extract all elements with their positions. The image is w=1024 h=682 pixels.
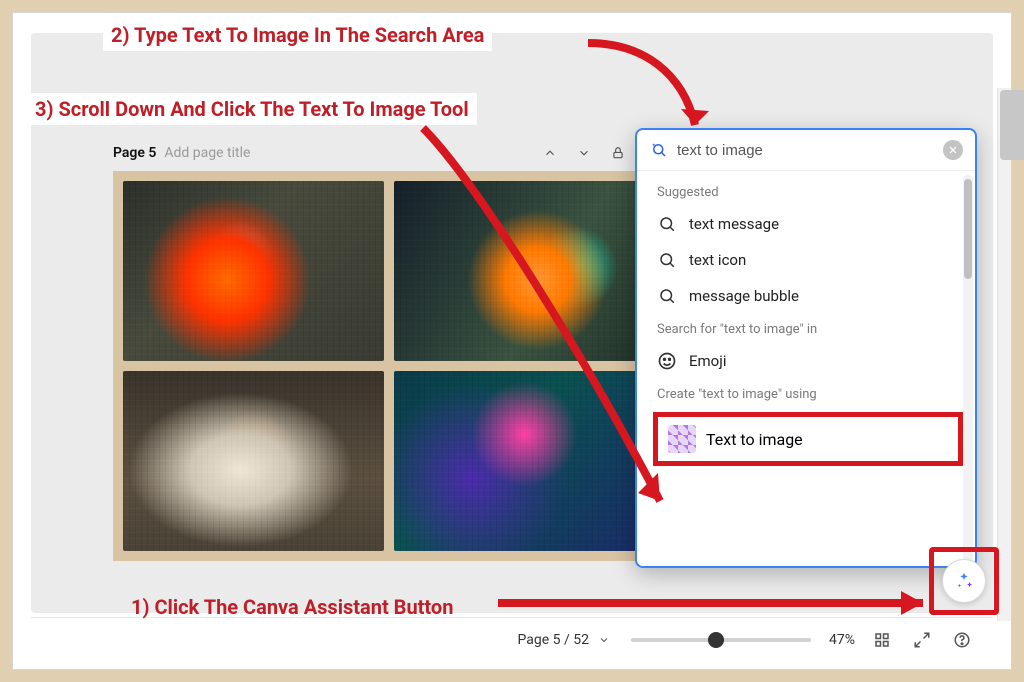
design-canvas[interactable] <box>113 171 665 561</box>
status-bar: Page 5 / 52 47% <box>31 617 993 661</box>
search-in-option-label: Emoji <box>689 352 726 370</box>
page-chevron-down-icon[interactable] <box>595 631 613 649</box>
zoom-slider[interactable] <box>631 638 811 642</box>
expand-down-icon[interactable] <box>571 140 597 166</box>
editor-vertical-scrollbar[interactable] <box>997 88 1011 621</box>
lock-icon[interactable] <box>605 140 631 166</box>
assistant-search-input[interactable] <box>677 142 935 159</box>
annotation-step-2: 2) Type Text To Image In The Search Area <box>103 19 492 51</box>
create-option-label: Text to image <box>706 430 803 449</box>
assistant-panel: Suggested text message text icon message… <box>635 128 977 568</box>
suggestion-text-icon[interactable]: text icon <box>641 242 975 278</box>
assistant-button-highlight <box>929 547 999 615</box>
collapse-up-icon[interactable] <box>537 140 563 166</box>
page-header-row: Page 5 Add page title <box>113 140 631 166</box>
suggestion-message-bubble[interactable]: message bubble <box>641 278 975 314</box>
zoom-slider-thumb[interactable] <box>708 632 724 648</box>
clear-search-button[interactable] <box>943 140 963 160</box>
annotation-step-1: 1) Click The Canva Assistant Button <box>123 591 461 623</box>
grid-view-icon[interactable] <box>869 627 895 653</box>
suggestion-text-message[interactable]: text message <box>641 206 975 242</box>
zoom-level[interactable]: 47% <box>829 632 855 648</box>
fullscreen-icon[interactable] <box>909 627 935 653</box>
emoji-icon <box>657 351 677 371</box>
search-in-label: Search for "text to image" in <box>641 314 975 343</box>
text-to-image-thumbnail <box>668 425 696 453</box>
image-top-left[interactable] <box>123 181 384 361</box>
annotation-step-3: 3) Scroll Down And Click The Text To Ima… <box>27 93 477 125</box>
page-indicator: Page 5 / 52 <box>518 632 589 648</box>
assistant-search-row <box>637 130 975 171</box>
suggestion-label: text message <box>689 215 779 233</box>
search-icon <box>657 214 677 234</box>
suggestion-label: message bubble <box>689 287 799 305</box>
panel-scrollbar[interactable] <box>963 175 973 562</box>
scrollbar-thumb[interactable] <box>1000 90 1024 160</box>
create-text-to-image[interactable]: Text to image <box>653 412 963 466</box>
canva-assistant-button[interactable] <box>942 559 986 603</box>
suggestion-label: text icon <box>689 251 746 269</box>
image-bottom-right[interactable] <box>394 371 655 551</box>
search-icon <box>657 286 677 306</box>
panel-scrollbar-thumb[interactable] <box>964 179 972 279</box>
page-number-label: Page 5 <box>113 145 156 161</box>
image-top-right[interactable] <box>394 181 655 361</box>
suggested-label: Suggested <box>641 177 975 206</box>
create-using-label: Create "text to image" using <box>641 379 975 408</box>
search-sparkle-icon <box>649 140 669 160</box>
image-bottom-left[interactable] <box>123 371 384 551</box>
page-title-placeholder[interactable]: Add page title <box>164 145 250 161</box>
search-in-emoji[interactable]: Emoji <box>641 343 975 379</box>
search-icon <box>657 250 677 270</box>
help-icon[interactable] <box>949 627 975 653</box>
